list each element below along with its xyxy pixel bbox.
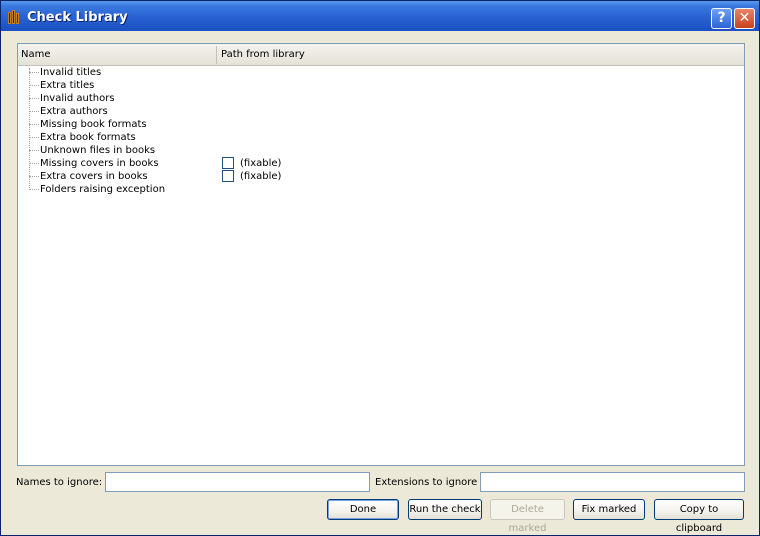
tree-branch-line [29, 163, 39, 164]
tree-item-folders-exception[interactable]: Folders raising exception [18, 183, 744, 196]
tree-item-label: Folders raising exception [40, 184, 166, 195]
tree-branch-line [29, 85, 39, 86]
tree-item-extra-authors[interactable]: Extra authors [18, 105, 744, 118]
check-library-dialog: Check Library ? ✕ Name Path from library… [0, 0, 760, 536]
delete-marked-button: Delete marked [490, 499, 565, 534]
tree-item-label: Extra covers in books [40, 171, 148, 182]
help-button[interactable]: ? [711, 8, 732, 29]
column-header-name[interactable]: Name [21, 49, 51, 60]
fixable-label: (fixable) [240, 171, 282, 182]
tree-branch-line [29, 111, 39, 112]
results-tree[interactable]: Name Path from library Invalid titles Ex… [17, 43, 745, 466]
close-button[interactable]: ✕ [734, 8, 755, 29]
tree-item-label: Extra titles [40, 80, 95, 91]
tree-item-invalid-titles[interactable]: Invalid titles [18, 66, 744, 79]
names-to-ignore-input[interactable] [105, 472, 370, 492]
tree-branch-line [29, 72, 39, 73]
tree-item-missing-covers[interactable]: Missing covers in books (fixable) [18, 157, 744, 170]
fix-checkbox-extra-covers[interactable] [222, 170, 234, 182]
fix-checkbox-missing-covers[interactable] [222, 157, 234, 169]
tree-item-label: Unknown files in books [40, 145, 156, 156]
tree-branch-line [29, 189, 39, 190]
done-button[interactable]: Done [327, 499, 399, 520]
tree-item-extra-book-formats[interactable]: Extra book formats [18, 131, 744, 144]
tree-item-label: Invalid authors [40, 93, 115, 104]
extensions-to-ignore-label: Extensions to ignore [375, 477, 478, 488]
tree-item-label: Invalid titles [40, 67, 102, 78]
tree-item-unknown-files[interactable]: Unknown files in books [18, 144, 744, 157]
books-icon [7, 9, 23, 25]
tree-item-extra-covers[interactable]: Extra covers in books (fixable) [18, 170, 744, 183]
tree-header: Name Path from library [18, 44, 744, 66]
tree-branch-line [29, 137, 39, 138]
window-title: Check Library [27, 10, 128, 25]
tree-item-extra-titles[interactable]: Extra titles [18, 79, 744, 92]
run-check-button[interactable]: Run the check [408, 499, 482, 520]
column-separator[interactable] [216, 46, 217, 64]
title-bar[interactable]: Check Library ? ✕ [1, 1, 759, 31]
tree-branch-line [29, 124, 39, 125]
tree-item-label: Missing covers in books [40, 158, 159, 169]
tree-branch-line [29, 176, 39, 177]
copy-to-clipboard-button[interactable]: Copy to clipboard [654, 499, 744, 534]
tree-branch-line [29, 98, 39, 99]
tree-branch-line [29, 150, 39, 151]
column-header-path[interactable]: Path from library [221, 49, 305, 60]
tree-item-label: Extra authors [40, 106, 108, 117]
fixable-label: (fixable) [240, 158, 282, 169]
tree-item-label: Extra book formats [40, 132, 136, 143]
tree-item-missing-book-formats[interactable]: Missing book formats [18, 118, 744, 131]
names-to-ignore-label: Names to ignore: [16, 477, 103, 488]
fix-marked-button[interactable]: Fix marked [573, 499, 645, 520]
tree-item-label: Missing book formats [40, 119, 147, 130]
tree-item-invalid-authors[interactable]: Invalid authors [18, 92, 744, 105]
extensions-to-ignore-input[interactable] [480, 472, 745, 492]
